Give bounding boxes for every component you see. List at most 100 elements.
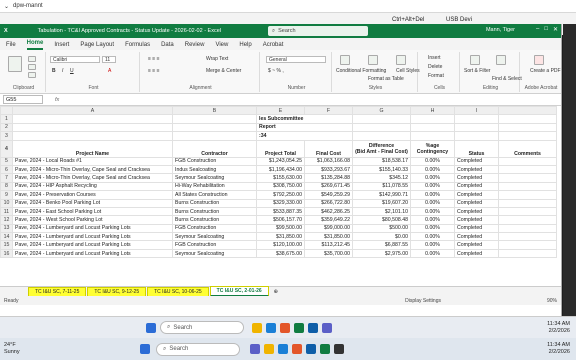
maximize-icon[interactable]: □ (544, 26, 548, 33)
cell-final-cost[interactable]: $549,259.29 (304, 190, 353, 200)
cell-difference[interactable]: $11,078.55 (352, 181, 411, 192)
italic-icon[interactable]: I (62, 68, 63, 74)
sheet-title-line1[interactable]: les Subcommittee (256, 114, 353, 124)
file-explorer-icon[interactable] (252, 322, 262, 333)
col-header-a[interactable]: A (12, 106, 173, 116)
merge-center-button[interactable]: Merge & Center (206, 68, 241, 74)
row-number[interactable]: 12 (0, 215, 13, 225)
search-input[interactable]: ⌕ Search (268, 26, 368, 36)
cell-project-name[interactable]: Pave, 2024 - West School Parking Lot (12, 215, 173, 225)
cell-project-name[interactable]: Pave, 2024 - Lumberyard and Locust Parki… (12, 240, 173, 250)
cell-final-cost[interactable]: $1,063,166.08 (304, 156, 353, 166)
col-header-b[interactable]: B (172, 106, 257, 116)
delete-button[interactable]: Delete (428, 64, 442, 70)
cell-contractor[interactable]: FGB Construction (172, 156, 257, 166)
header-contingency[interactable]: %age Contingency (410, 139, 455, 158)
tab-home[interactable]: Home (26, 40, 44, 50)
header-final-cost[interactable]: Final Cost (304, 139, 353, 158)
cell-project-total[interactable]: $155,630.00 (256, 173, 305, 183)
cell-contingency[interactable]: 0.00% (410, 198, 455, 208)
cell-difference[interactable]: $345.12 (352, 173, 411, 183)
teams-icon[interactable] (250, 344, 260, 354)
cell-contractor[interactable]: Seymour Sealcoating (172, 248, 257, 259)
sheet-tab[interactable]: TC I&U SC, 9-12-25 (87, 286, 147, 297)
row-number[interactable]: 10 (0, 198, 13, 208)
cell-difference[interactable]: $18,538.17 (352, 156, 411, 166)
row-number[interactable]: 13 (0, 223, 13, 234)
header-contractor[interactable]: Contractor (172, 139, 257, 158)
insert-button[interactable]: Insert (428, 55, 441, 61)
cut-icon[interactable] (28, 56, 36, 62)
cell[interactable] (172, 114, 257, 124)
cell-project-name[interactable]: Pave, 2024 - Micro-Thin Overlay, Cape Se… (12, 164, 173, 175)
wrap-text-button[interactable]: Wrap Text (206, 56, 228, 62)
cell-final-cost[interactable]: $135,284.88 (304, 173, 353, 183)
header-status[interactable]: Status (454, 139, 499, 158)
cell-project-name[interactable]: Pave, 2024 - Lumberyard and Locust Parki… (12, 248, 173, 259)
cell-difference[interactable]: $2,975.00 (352, 248, 411, 259)
cell-contractor[interactable]: Burns Construction (172, 198, 257, 208)
cell-contingency[interactable]: 0.00% (410, 190, 455, 200)
font-name-select[interactable]: Calibri (50, 56, 100, 63)
sheet-tab[interactable]: TC I&U SC, 7-11-25 (28, 286, 87, 297)
cell-project-total[interactable]: $308,750.00 (256, 181, 305, 192)
row-number[interactable]: 3 (0, 131, 13, 141)
cell-comments[interactable] (498, 198, 557, 208)
underline-icon[interactable]: U (70, 68, 74, 74)
cell[interactable] (352, 122, 411, 133)
cell-contingency[interactable]: 0.00% (410, 206, 455, 217)
row-number[interactable]: 8 (0, 181, 13, 192)
cell-comments[interactable] (498, 164, 557, 175)
paste-icon[interactable] (8, 56, 22, 72)
cell-status[interactable]: Completed (454, 223, 499, 234)
cell-contractor[interactable]: Seymour Sealcoating (172, 232, 257, 242)
local-clock[interactable]: 11:34 AM 2/2/2026 (547, 342, 570, 356)
cell-project-name[interactable]: Pave, 2024 - East School Parking Lot (12, 206, 173, 217)
col-header-g[interactable]: G (352, 106, 411, 116)
format-painter-icon[interactable] (28, 72, 36, 78)
minimize-icon[interactable]: – (536, 26, 539, 33)
cell-contractor[interactable]: FGB Construction (172, 223, 257, 234)
tab-view[interactable]: View (215, 42, 228, 50)
cell-project-total[interactable]: $99,500.00 (256, 223, 305, 234)
sheet-title-line3[interactable]: :34 (256, 131, 353, 141)
cell-contingency[interactable]: 0.00% (410, 248, 455, 259)
cell-comments[interactable] (498, 248, 557, 259)
header-difference[interactable]: Difference (Bid Amt - Final Cost) (352, 139, 411, 158)
cell-final-cost[interactable]: $359,649.22 (304, 215, 353, 225)
taskbar-search-input[interactable]: ⌕ Search (160, 321, 244, 334)
cell[interactable] (12, 131, 173, 141)
cell-comments[interactable] (498, 206, 557, 217)
find-select-button[interactable]: Find & Select (492, 76, 522, 82)
cell-project-name[interactable]: Pave, 2024 - Lumberyard and Locust Parki… (12, 232, 173, 242)
tab-formulas[interactable]: Formulas (125, 42, 150, 50)
cell-project-total[interactable]: $38,675.00 (256, 248, 305, 259)
cell-status[interactable]: Completed (454, 156, 499, 166)
cell-project-name[interactable]: Pave, 2024 - Preservation Courses (12, 190, 173, 200)
tab-review[interactable]: Review (185, 42, 205, 50)
cell-status[interactable]: Completed (454, 240, 499, 250)
cell-final-cost[interactable]: $113,212.45 (304, 240, 353, 250)
spreadsheet-grid[interactable]: A B E F G H I 1 les Subcommittee 2 Repor… (0, 106, 561, 286)
cell[interactable] (410, 122, 455, 133)
weather-widget[interactable]: 24°F Sunny (4, 342, 20, 356)
col-header-f[interactable]: F (304, 106, 353, 116)
cell-status[interactable]: Completed (454, 215, 499, 225)
chevron-down-icon[interactable]: ⌄ (4, 3, 9, 10)
cell-project-total[interactable]: $1,243,054.25 (256, 156, 305, 166)
excel-taskbar-icon[interactable] (294, 322, 304, 333)
row-number[interactable]: 14 (0, 232, 13, 242)
cell-project-name[interactable]: Pave, 2024 - Benko Pool Parking Lot (12, 198, 173, 208)
cell-styles-icon[interactable] (396, 55, 406, 65)
cell-table[interactable]: A B E F G H I 1 les Subcommittee 2 Repor… (0, 106, 557, 259)
cell-comments[interactable] (498, 181, 557, 192)
cell[interactable] (352, 114, 411, 124)
cell-status[interactable]: Completed (454, 181, 499, 192)
edge-icon[interactable] (266, 322, 276, 333)
find-select-icon[interactable] (496, 55, 506, 65)
row-number[interactable]: 5 (0, 156, 13, 166)
excel-taskbar-icon[interactable] (320, 344, 330, 354)
cell-project-total[interactable]: $506,157.70 (256, 215, 305, 225)
bold-icon[interactable]: B (52, 68, 56, 74)
cell[interactable] (410, 114, 455, 124)
